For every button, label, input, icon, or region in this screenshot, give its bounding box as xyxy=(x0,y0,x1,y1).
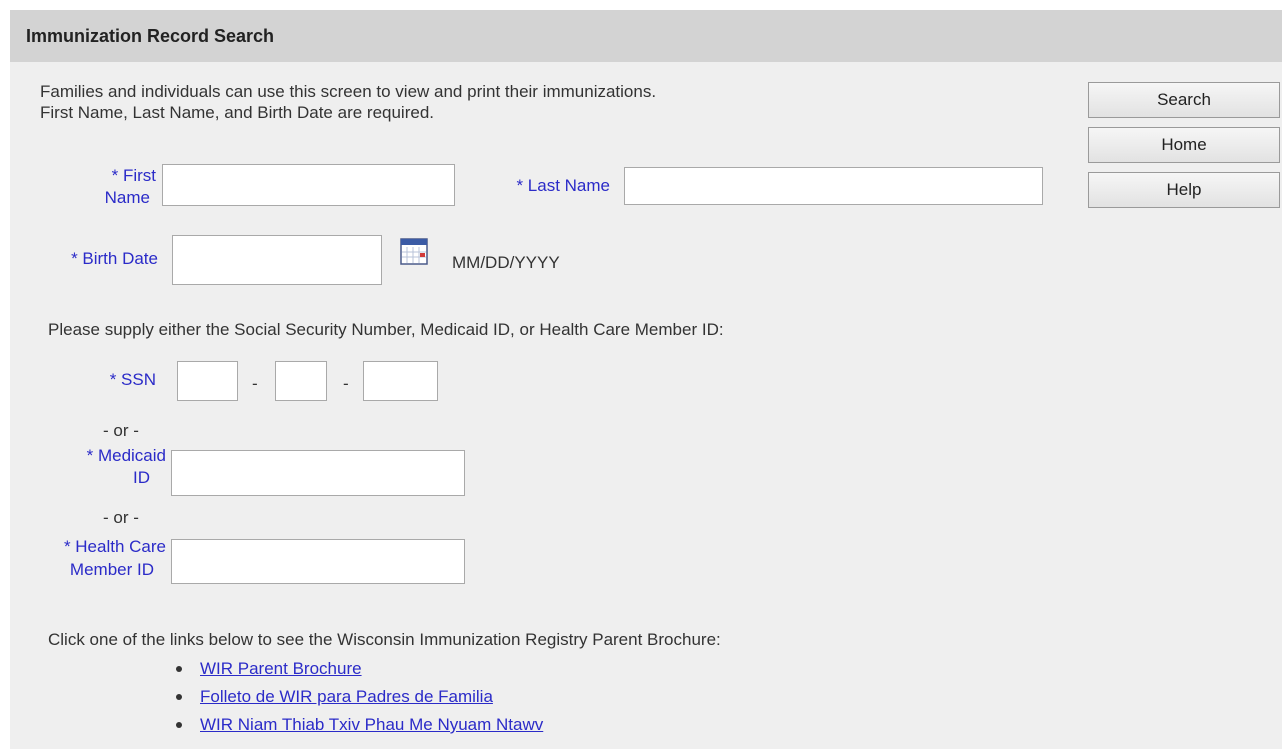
birth-date-label: * Birth Date xyxy=(71,249,158,268)
brochure-link-hmong[interactable]: WIR Niam Thiab Txiv Phau Me Nyuam Ntawv xyxy=(200,715,543,735)
calendar-icon[interactable] xyxy=(399,236,429,266)
last-name-label: * Last Name xyxy=(516,176,610,195)
intro-line-2: First Name, Last Name, and Birth Date ar… xyxy=(40,103,434,122)
ssn-part2-input[interactable] xyxy=(275,361,327,401)
search-button[interactable]: Search xyxy=(1088,82,1280,118)
supply-id-instruction: Please supply either the Social Security… xyxy=(48,320,724,339)
bullet-icon xyxy=(176,722,182,728)
page-header: Immunization Record Search xyxy=(10,10,1282,62)
health-care-member-id-input[interactable] xyxy=(171,539,465,584)
ssn-part3-input[interactable] xyxy=(363,361,438,401)
health-care-label-2: Member ID xyxy=(69,560,154,579)
health-care-label-1: * Health Care xyxy=(63,537,166,556)
intro-line-1: Families and individuals can use this sc… xyxy=(40,82,657,101)
brochure-instruction: Click one of the links below to see the … xyxy=(48,630,721,649)
birth-date-format-hint: MM/DD/YYYY xyxy=(452,253,560,272)
home-button[interactable]: Home xyxy=(1088,127,1280,163)
bullet-icon xyxy=(176,694,182,700)
last-name-input[interactable] xyxy=(624,167,1043,205)
ssn-label: * SSN xyxy=(109,370,156,389)
medicaid-label-1: * Medicaid xyxy=(86,446,166,465)
left-strip xyxy=(0,10,10,749)
ssn-dash-2: - xyxy=(343,374,349,393)
or-separator-2: - or - xyxy=(103,508,139,527)
ssn-part1-input[interactable] xyxy=(177,361,238,401)
top-strip xyxy=(0,0,1282,10)
ssn-dash-1: - xyxy=(252,374,258,393)
help-button[interactable]: Help xyxy=(1088,172,1280,208)
or-separator-1: - or - xyxy=(103,421,139,440)
birth-date-input[interactable] xyxy=(172,235,382,285)
bullet-icon xyxy=(176,666,182,672)
first-name-label-1: * First xyxy=(111,166,156,185)
brochure-link-english[interactable]: WIR Parent Brochure xyxy=(200,659,362,679)
medicaid-label-2: ID xyxy=(133,468,150,487)
first-name-label-2: Name xyxy=(104,188,150,207)
medicaid-id-input[interactable] xyxy=(171,450,465,496)
first-name-input[interactable] xyxy=(162,164,455,206)
page-title: Immunization Record Search xyxy=(26,26,275,46)
brochure-link-spanish[interactable]: Folleto de WIR para Padres de Familia xyxy=(200,687,493,707)
